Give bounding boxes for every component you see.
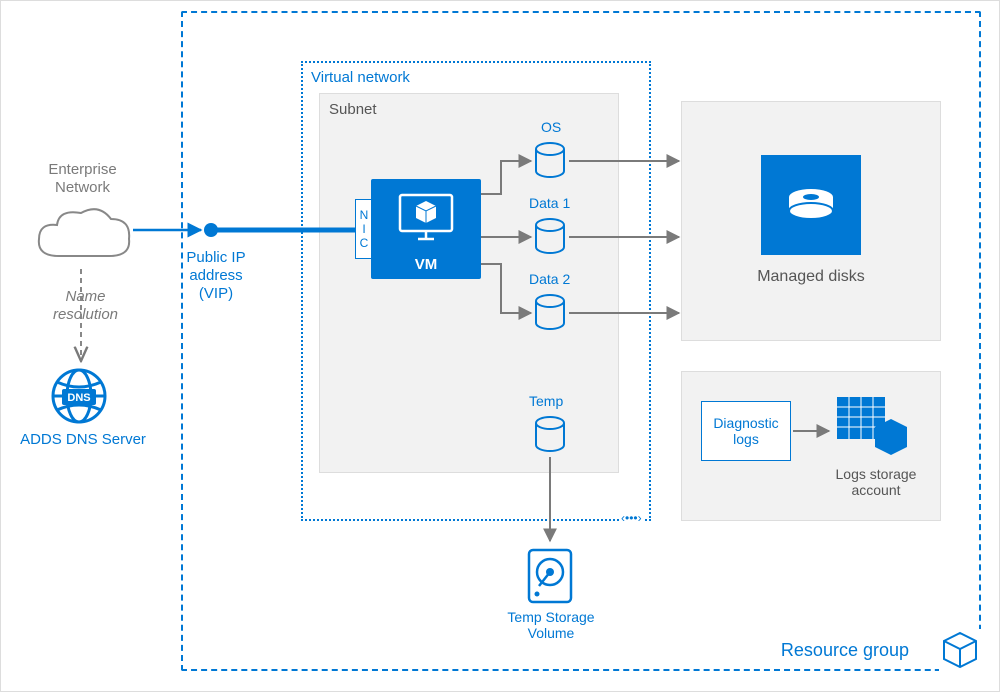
temp-disk-icon bbox=[533, 415, 567, 455]
temp-storage-volume-icon bbox=[525, 546, 575, 606]
dns-globe-icon: DNS bbox=[49, 366, 109, 426]
cloud-icon bbox=[29, 201, 139, 271]
enterprise-network-label: Enterprise Network bbox=[35, 161, 130, 197]
diagnostic-logs-box: Diagnostic logs bbox=[701, 401, 791, 461]
managed-disks-label: Managed disks bbox=[757, 267, 865, 286]
os-disk-icon bbox=[533, 141, 567, 181]
resource-group-cube-icon bbox=[939, 629, 981, 671]
svg-text:DNS: DNS bbox=[67, 392, 90, 404]
vm-label: VM bbox=[415, 256, 438, 273]
public-ip-label: Public IP address (VIP) bbox=[176, 249, 256, 303]
temp-disk-label: Temp bbox=[529, 393, 563, 409]
resource-group-label: Resource group bbox=[781, 640, 909, 661]
subnet-box bbox=[319, 93, 619, 473]
vm-box: VM bbox=[371, 179, 481, 279]
monitor-cube-icon bbox=[396, 191, 456, 246]
nic-label: NIC bbox=[357, 208, 371, 250]
dns-server-label: ADDS DNS Server bbox=[13, 431, 153, 448]
data2-disk-icon bbox=[533, 293, 567, 333]
diagram-canvas: Resource group Virtual network Subnet NI… bbox=[0, 0, 1000, 692]
data1-disk-label: Data 1 bbox=[529, 195, 570, 211]
public-ip-dot-icon bbox=[204, 223, 218, 237]
subnet-label: Subnet bbox=[329, 101, 377, 118]
logs-storage-label: Logs storage account bbox=[821, 466, 931, 498]
managed-disks-box: Managed disks bbox=[681, 101, 941, 341]
data2-disk-label: Data 2 bbox=[529, 271, 570, 287]
managed-disks-icon bbox=[761, 155, 861, 255]
diagnostic-logs-label: Diagnostic logs bbox=[702, 415, 790, 447]
data1-disk-icon bbox=[533, 217, 567, 257]
logs-storage-icon bbox=[831, 391, 911, 461]
temp-storage-volume-label: Temp Storage Volume bbox=[501, 609, 601, 641]
name-resolution-label: Name resolution bbox=[43, 288, 128, 324]
vnet-peering-icon: ‹•••› bbox=[619, 511, 644, 525]
os-disk-label: OS bbox=[541, 119, 561, 135]
virtual-network-label: Virtual network bbox=[311, 69, 410, 86]
